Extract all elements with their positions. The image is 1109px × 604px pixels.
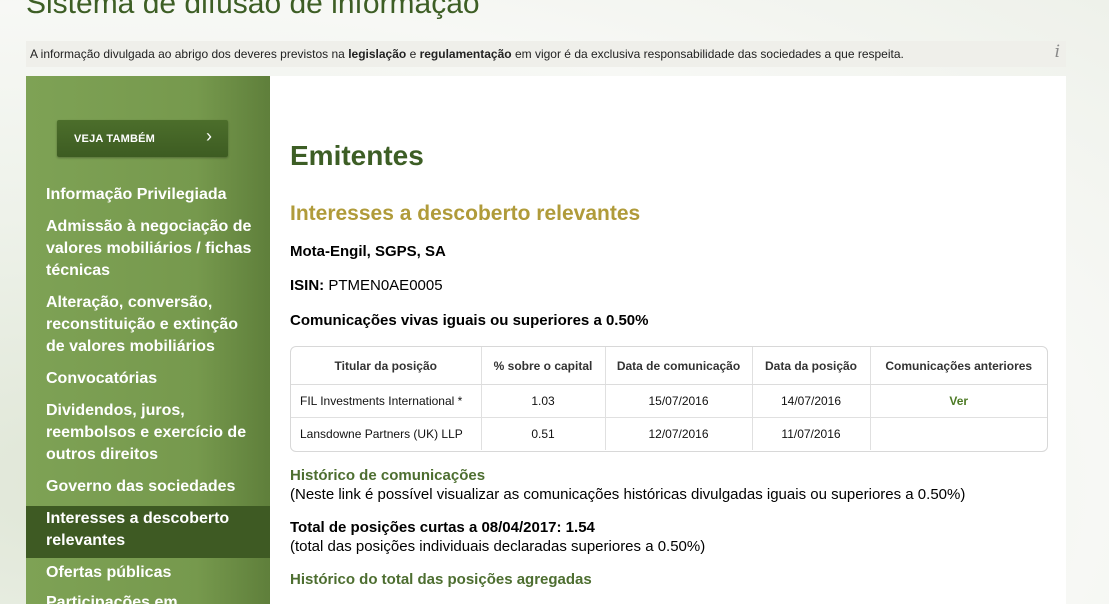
section-title: Interesses a descoberto relevantes	[290, 202, 641, 225]
sidebar-item-label: Informação Privilegiada	[46, 186, 227, 203]
isin-label: ISIN:	[290, 277, 325, 294]
cell-position-date: 11/07/2016	[752, 417, 871, 450]
cell-comm-date: 15/07/2016	[605, 384, 753, 418]
total-note: (total das posições individuais declarad…	[290, 538, 706, 555]
cell-capital-pct: 0.51	[481, 417, 606, 450]
sidebar-item-governo[interactable]: Governo das sociedades	[26, 476, 270, 498]
column-header-holder: Titular da posição	[291, 347, 482, 385]
ver-link[interactable]: Ver	[949, 394, 968, 408]
total-short-positions: Total de posições curtas a 08/04/2017: 1…	[290, 519, 595, 536]
cell-holder: FIL Investments International *	[291, 384, 482, 418]
see-also-label: VEJA TAMBÉM	[74, 133, 156, 145]
sidebar-item-label: Alteração, conversão, reconstituição e e…	[46, 294, 239, 355]
sidebar-item-label: Participações em	[46, 594, 178, 604]
cell-holder: Lansdowne Partners (UK) LLP	[291, 417, 482, 450]
sidebar-item-label: Ofertas públicas	[46, 564, 172, 581]
page-title: Emitentes	[290, 140, 424, 171]
sidebar-item-admissao[interactable]: Admissão à negociação de valores mobiliá…	[26, 216, 270, 282]
sidebar-item-participacoes[interactable]: Participações em	[26, 592, 270, 604]
sidebar-item-ofertas-publicas[interactable]: Ofertas públicas	[26, 562, 270, 584]
history-note: (Neste link é possível visualizar as com…	[290, 486, 966, 503]
main-content: Emitentes Interesses a descoberto releva…	[270, 76, 1066, 604]
table-header-row: Titular da posição % sobre o capital Dat…	[291, 347, 1047, 385]
cell-previous	[870, 418, 1047, 451]
sidebar-item-label: Dividendos, juros, reembolsos e exercíci…	[46, 402, 247, 463]
sidebar-item-label: Convocatórias	[46, 370, 158, 387]
sidebar-item-interesses-descoberto[interactable]: Interesses a descoberto relevantes	[26, 506, 270, 558]
disclaimer-bar: A informação divulgada ao abrigo dos dev…	[26, 41, 1066, 67]
cell-comm-date: 12/07/2016	[605, 417, 753, 450]
isin: ISIN: PTMEN0AE0005	[290, 277, 443, 294]
aggregate-history-link[interactable]: Histórico do total das posições agregada…	[290, 571, 592, 588]
disclaimer-text-part: e	[406, 47, 420, 61]
disclaimer-text-part: em vigor é da exclusiva responsabilidade…	[511, 47, 904, 61]
chevron-right-icon: ›	[206, 126, 212, 146]
disclaimer-text-part: A informação divulgada ao abrigo dos dev…	[30, 47, 349, 61]
sidebar-item-alteracao[interactable]: Alteração, conversão, reconstituição e e…	[26, 292, 270, 358]
column-header-position-date: Data da posição	[752, 347, 871, 385]
table-row: FIL Investments International * 1.03 15/…	[291, 384, 1047, 418]
table-row: Lansdowne Partners (UK) LLP 0.51 12/07/2…	[291, 417, 1047, 451]
cell-position-date: 14/07/2016	[752, 384, 871, 418]
regulation-link[interactable]: regulamentação	[420, 47, 512, 61]
info-icon[interactable]: i	[1055, 42, 1060, 62]
disclaimer-text: A informação divulgada ao abrigo dos dev…	[30, 47, 904, 61]
sidebar-item-label: Governo das sociedades	[46, 478, 236, 495]
sidebar-item-dividendos[interactable]: Dividendos, juros, reembolsos e exercíci…	[26, 400, 270, 466]
column-header-capital-pct: % sobre o capital	[481, 347, 606, 385]
sidebar-item-label: Interesses a descoberto relevantes	[46, 510, 230, 549]
legislation-link[interactable]: legislação	[348, 47, 406, 61]
isin-value: PTMEN0AE0005	[324, 277, 443, 294]
cell-capital-pct: 1.03	[481, 384, 606, 418]
sidebar-item-label: Admissão à negociação de valores mobiliá…	[46, 218, 252, 279]
sidebar-item-convocatorias[interactable]: Convocatórias	[26, 368, 270, 390]
column-header-comm-date: Data de comunicação	[605, 347, 753, 385]
comms-heading: Comunicações vivas iguais ou superiores …	[290, 312, 649, 329]
history-link[interactable]: Histórico de comunicações	[290, 467, 485, 484]
site-title: Sistema de difusão de informação	[26, 0, 480, 20]
sidebar: VEJA TAMBÉM › Informação Privilegiada Ad…	[26, 76, 270, 604]
company-name: Mota-Engil, SGPS, SA	[290, 243, 446, 260]
column-header-previous: Comunicações anteriores	[870, 347, 1047, 385]
cell-previous: Ver	[870, 384, 1047, 418]
positions-table: Titular da posição % sobre o capital Dat…	[290, 346, 1048, 452]
see-also-button[interactable]: VEJA TAMBÉM ›	[57, 120, 228, 157]
sidebar-item-informacao-privilegiada[interactable]: Informação Privilegiada	[26, 184, 270, 206]
